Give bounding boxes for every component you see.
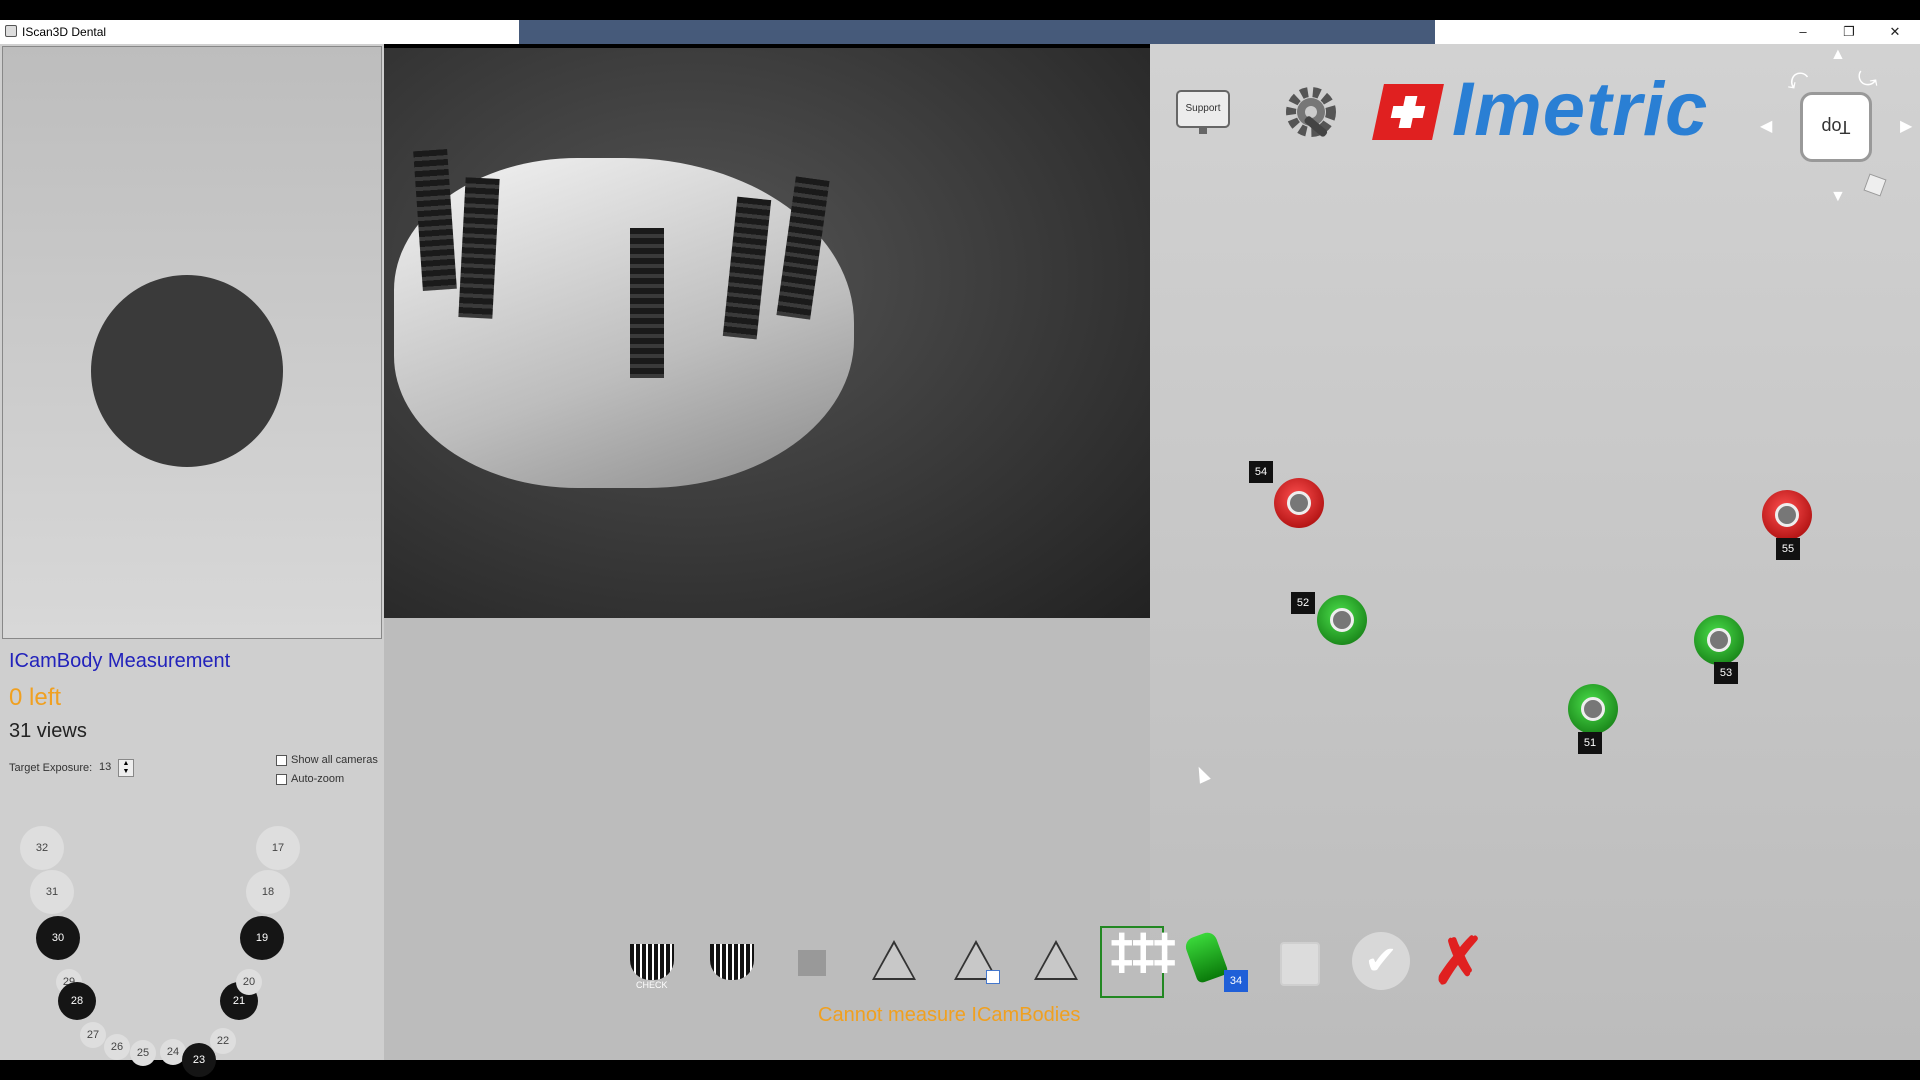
bodies-count-badge: 34 — [1224, 970, 1248, 992]
check-label: CHECK — [636, 980, 668, 990]
marker-ring — [1581, 697, 1605, 721]
trash-icon — [1280, 942, 1320, 986]
marker-tag: 53 — [1714, 662, 1738, 684]
tooth-32[interactable]: 32 — [20, 826, 64, 870]
rotate-up-icon[interactable]: ▲ — [1830, 46, 1846, 64]
support-icon — [1199, 128, 1207, 134]
multi-triangle-button[interactable]: ✚✚✚ ✚✚✚ — [1100, 926, 1176, 998]
tooth-20[interactable]: 20 — [236, 969, 262, 995]
minimize-button[interactable]: – — [1780, 20, 1826, 44]
views-count: 31 views — [9, 720, 87, 742]
restore-button[interactable]: ❐ — [1826, 20, 1872, 44]
remaining-count: 0 left — [9, 684, 62, 711]
camera-view — [384, 48, 1150, 618]
tooth-28[interactable]: 28 — [58, 982, 96, 1020]
checkbox-label: Auto-zoom — [291, 773, 345, 785]
support-button[interactable]: Support — [1176, 90, 1230, 128]
dental-model-image — [394, 158, 854, 488]
marker-51[interactable] — [1568, 684, 1618, 734]
tooth-31[interactable]: 31 — [30, 870, 74, 914]
tooth-22[interactable]: 22 — [210, 1028, 236, 1054]
marker-54[interactable] — [1274, 478, 1324, 528]
stop-icon — [798, 950, 826, 976]
preview-disc — [91, 275, 283, 467]
grid-icon — [710, 944, 754, 980]
model-preview[interactable] — [2, 46, 382, 639]
stop-button[interactable] — [780, 926, 844, 998]
logo-cross-icon — [1372, 84, 1444, 140]
window-title: IScan3D Dental — [22, 25, 107, 39]
marker-ring — [1330, 608, 1354, 632]
marker-tag: 52 — [1291, 592, 1315, 614]
left-panel: ICamBody Measurement 0 left 31 views Tar… — [0, 44, 384, 1077]
exposure-label: Target Exposure: — [9, 762, 93, 774]
trash-button[interactable] — [1268, 926, 1332, 998]
exposure-spinner[interactable]: ▲ ▼ — [118, 759, 134, 777]
triangle-posts-icon — [1034, 940, 1078, 980]
support-label: Support — [1185, 103, 1221, 114]
checkbox-box[interactable] — [276, 773, 287, 785]
save-icon — [986, 970, 1000, 984]
multi-triangle-icon: ✚✚✚ ✚✚✚ — [1110, 928, 1176, 979]
app-window: IScan3D Dental – ❐ ✕ ICamBody Measuremen… — [0, 0, 1920, 1080]
marker-ring — [1287, 491, 1311, 515]
triangle-button[interactable] — [862, 926, 926, 998]
marker-tag: 54 — [1249, 461, 1273, 483]
rotate-right-icon[interactable]: ▶ — [1900, 116, 1912, 136]
exposure-input[interactable]: 13 — [99, 761, 111, 773]
tooth-23[interactable]: 23 — [182, 1043, 216, 1077]
scan-body-image — [630, 228, 664, 378]
rotate-down-icon[interactable]: ▼ — [1830, 188, 1846, 206]
title-bar-background — [519, 20, 1435, 44]
check-grid-icon — [630, 944, 674, 980]
cancel-button[interactable]: ✗ — [1428, 926, 1492, 998]
close-button[interactable]: ✕ — [1872, 20, 1918, 44]
view-cube[interactable]: Top — [1800, 92, 1872, 162]
cancel-icon: ✗ — [1432, 925, 1486, 997]
triangle-icon — [872, 940, 916, 980]
checkbox-label: Show all cameras — [291, 754, 378, 766]
marker-55[interactable] — [1762, 490, 1812, 540]
marker-ring — [1707, 628, 1731, 652]
tooth-30[interactable]: 30 — [36, 916, 80, 960]
icambody-icon — [1183, 929, 1229, 985]
marker-52[interactable] — [1317, 595, 1367, 645]
app-icon — [5, 25, 17, 37]
check-button[interactable]: CHECK — [620, 926, 684, 998]
triangle-posts-button[interactable] — [1024, 926, 1088, 998]
grid-button[interactable] — [700, 926, 764, 998]
rotate-left-icon[interactable]: ◀ — [1760, 116, 1772, 136]
triangle-save-button[interactable] — [944, 926, 1008, 998]
tooth-17[interactable]: 17 — [256, 826, 300, 870]
checkbox-box[interactable] — [276, 754, 287, 766]
brand-logo: Imetric — [1452, 67, 1709, 152]
marker-tag: 51 — [1578, 732, 1602, 754]
auto-zoom-checkbox[interactable]: Auto-zoom — [276, 773, 344, 785]
tooth-27[interactable]: 27 — [80, 1022, 106, 1048]
confirm-icon: ✔ — [1352, 932, 1410, 990]
marker-tag: 55 — [1776, 538, 1800, 560]
3d-viewport[interactable] — [1150, 44, 1920, 1060]
confirm-button[interactable]: ✔ — [1348, 926, 1412, 998]
title-bar: IScan3D Dental – ❐ ✕ — [0, 20, 1920, 44]
status-message: Cannot measure ICamBodies — [818, 1004, 1081, 1026]
tooth-25[interactable]: 25 — [130, 1040, 156, 1066]
tooth-19[interactable]: 19 — [240, 916, 284, 960]
settings-icon[interactable] — [1281, 82, 1341, 142]
measurement-title: ICamBody Measurement — [9, 650, 231, 672]
tooth-26[interactable]: 26 — [104, 1034, 130, 1060]
marker-ring — [1775, 503, 1799, 527]
tooth-18[interactable]: 18 — [246, 870, 290, 914]
show-all-cameras-checkbox[interactable]: Show all cameras — [276, 754, 378, 766]
icambody-button[interactable]: 34 — [1182, 926, 1248, 998]
marker-53[interactable] — [1694, 615, 1744, 665]
